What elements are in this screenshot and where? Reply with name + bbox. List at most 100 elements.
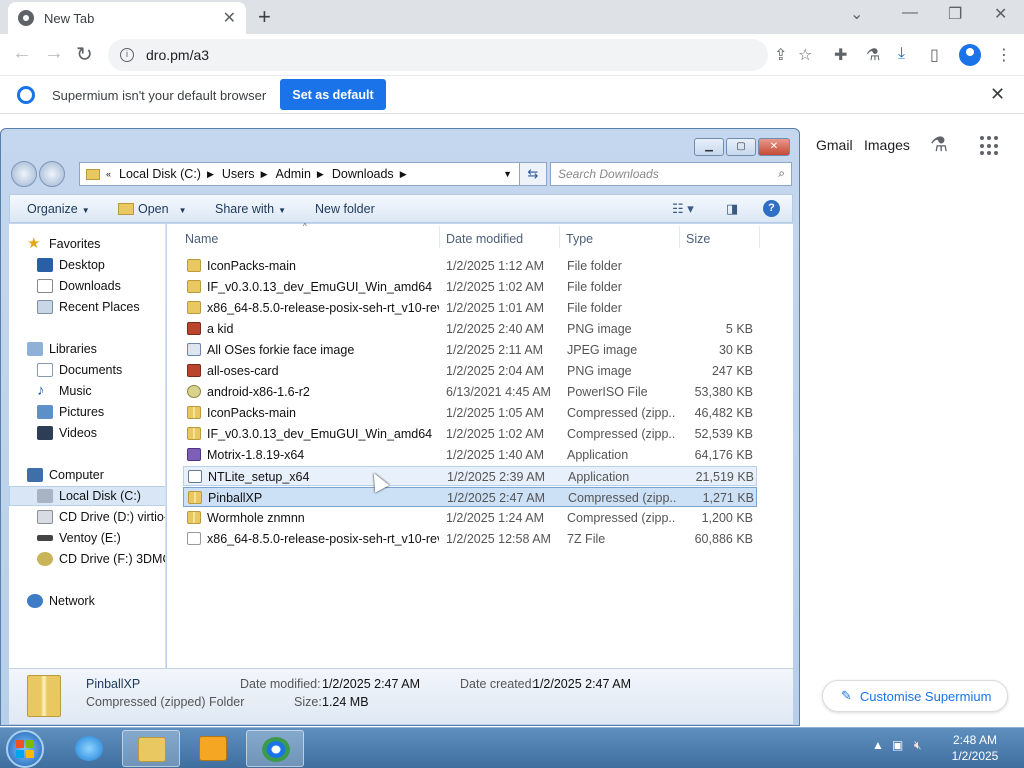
nav-favorites[interactable]: ★ Favorites (27, 234, 100, 254)
search-icon[interactable]: ⌕ (778, 166, 785, 181)
breadcrumb-overflow-icon[interactable]: « (106, 169, 111, 179)
minimize-icon[interactable]: — (902, 4, 918, 22)
apps-grid-icon[interactable] (980, 136, 1000, 156)
nav-documents[interactable]: Documents (37, 360, 122, 380)
file-row[interactable]: IconPacks-main 1/2/2025 1:12 AM File fol… (183, 256, 757, 276)
forward-arrow-icon[interactable]: → (44, 42, 64, 65)
explorer-back-icon[interactable] (11, 161, 37, 187)
breadcrumb-admin[interactable]: Admin (275, 167, 310, 181)
file-row[interactable]: All OSes forkie face image 1/2/2025 2:11… (183, 340, 757, 360)
breadcrumb-arrow-icon[interactable]: ▶ (261, 169, 268, 180)
file-row[interactable]: IconPacks-main 1/2/2025 1:05 AM Compress… (183, 403, 757, 423)
file-row[interactable]: NTLite_setup_x64 1/2/2025 2:39 AM Applic… (183, 466, 757, 486)
new-folder-button[interactable]: New folder (315, 202, 375, 216)
taskbar-supermium[interactable] (246, 730, 304, 767)
nav-recent-places[interactable]: Recent Places (37, 297, 140, 317)
extensions-puzzle-icon[interactable]: ✚ (834, 45, 847, 65)
explorer-refresh-icon[interactable]: ⇆ (519, 162, 547, 186)
tab-new-tab[interactable]: New Tab ✕ (8, 2, 246, 34)
breadcrumb-arrow-icon[interactable]: ▶ (400, 169, 407, 180)
window-close-icon[interactable]: ✕ (994, 4, 1007, 24)
file-row[interactable]: IF_v0.3.0.13_dev_EmuGUI_Win_amd64 1/2/20… (183, 277, 757, 297)
side-panel-icon[interactable]: ▯ (930, 45, 939, 65)
nav-local-disk[interactable]: Local Disk (C:) (9, 486, 165, 506)
restore-icon[interactable]: ❐ (948, 4, 962, 24)
new-tab-plus-icon[interactable]: + (258, 4, 271, 30)
tab-search-chevron-icon[interactable]: ⌄ (850, 4, 863, 24)
network-tray-icon[interactable]: ▣ (892, 738, 903, 752)
volume-muted-icon[interactable]: 🔇︎ (914, 738, 922, 753)
nav-cd-drive-f[interactable]: CD Drive (F:) 3DMOV (37, 549, 165, 569)
nav-ventoy[interactable]: Ventoy (E:) (37, 528, 121, 548)
profile-avatar[interactable] (959, 44, 981, 66)
explorer-minimize-icon[interactable]: ▁ (694, 138, 724, 156)
file-row[interactable]: IF_v0.3.0.13_dev_EmuGUI_Win_amd64 1/2/20… (183, 424, 757, 444)
taskbar-clock[interactable]: 2:48 AM 1/2/2025 (940, 732, 1010, 764)
explorer-maximize-icon[interactable]: ▢ (726, 138, 756, 156)
address-bar[interactable]: i dro.pm/a3 (108, 39, 768, 71)
address-dropdown-icon[interactable]: ▼ (503, 169, 512, 179)
column-header-size[interactable]: Size (686, 232, 710, 246)
file-row[interactable]: x86_64-8.5.0-release-posix-seh-rt_v10-re… (183, 298, 757, 318)
downloads-icon[interactable]: ⤓ (898, 45, 905, 63)
taskbar-internet-explorer[interactable] (60, 730, 118, 767)
back-arrow-icon[interactable]: ← (12, 42, 32, 65)
taskbar-explorer[interactable] (122, 730, 180, 767)
column-divider[interactable] (759, 226, 760, 248)
gmail-link[interactable]: Gmail (816, 137, 853, 153)
file-row[interactable]: Wormhole znmnn 1/2/2025 1:24 AM Compress… (183, 508, 757, 528)
explorer-search-input[interactable]: Search Downloads ⌕ (550, 162, 792, 186)
organize-button[interactable]: Organize ▼ (27, 202, 90, 216)
set-as-default-button[interactable]: Set as default (280, 79, 386, 110)
start-button[interactable] (6, 730, 44, 768)
tab-close-icon[interactable]: ✕ (223, 8, 236, 28)
breadcrumb-downloads[interactable]: Downloads (332, 167, 394, 181)
nav-network[interactable]: Network (27, 591, 95, 611)
customise-button[interactable]: ✎ Customise Supermium (822, 680, 1008, 712)
file-row[interactable]: android-x86-1.6-r2 6/13/2021 4:45 AM Pow… (183, 382, 757, 402)
nav-downloads[interactable]: Downloads (37, 276, 121, 296)
reload-icon[interactable]: ↻ (76, 42, 93, 67)
preview-pane-icon[interactable]: ◨ (726, 201, 738, 217)
nav-pictures[interactable]: Pictures (37, 402, 104, 422)
address-row: « Local Disk (C:) ▶ Users ▶ Admin ▶ Down… (9, 160, 793, 188)
labs-flask-icon[interactable]: ⚗ (866, 45, 880, 65)
images-link[interactable]: Images (864, 137, 910, 153)
view-options-icon[interactable]: ☷ ▾ (672, 201, 694, 217)
nav-music[interactable]: ♪ Music (37, 381, 92, 401)
nav-libraries[interactable]: Libraries (27, 339, 97, 359)
show-hidden-icons-icon[interactable]: ▲ (872, 738, 884, 752)
file-row[interactable]: all-oses-card 1/2/2025 2:04 AM PNG image… (183, 361, 757, 381)
column-header-type[interactable]: Type (566, 232, 593, 246)
explorer-breadcrumb[interactable]: « Local Disk (C:) ▶ Users ▶ Admin ▶ Down… (79, 162, 547, 186)
infobar-close-icon[interactable]: ✕ (990, 84, 1005, 105)
share-icon[interactable]: ⇪ (774, 45, 787, 65)
file-row[interactable]: PinballXP 1/2/2025 2:47 AM Compressed (z… (183, 487, 757, 507)
breadcrumb-local-disk[interactable]: Local Disk (C:) (119, 167, 201, 181)
nav-videos[interactable]: Videos (37, 423, 97, 443)
help-icon[interactable]: ? (763, 200, 780, 217)
explorer-close-icon[interactable]: ✕ (758, 138, 790, 156)
column-divider[interactable] (439, 226, 440, 248)
taskbar-media-player[interactable] (184, 730, 242, 767)
breadcrumb-arrow-icon[interactable]: ▶ (207, 169, 214, 180)
file-row[interactable]: x86_64-8.5.0-release-posix-seh-rt_v10-re… (183, 529, 757, 549)
nav-cd-drive-d[interactable]: CD Drive (D:) virtio-w (37, 507, 165, 527)
labs-flask-icon[interactable]: ⚗ (930, 132, 948, 157)
file-row[interactable]: a kid 1/2/2025 2:40 AM PNG image 5 KB (183, 319, 757, 339)
file-row[interactable]: Motrix-1.8.19-x64 1/2/2025 1:40 AM Appli… (183, 445, 757, 465)
open-button[interactable]: Open ▼ (118, 202, 187, 216)
column-divider[interactable] (559, 226, 560, 248)
share-with-button[interactable]: Share with ▼ (215, 202, 286, 216)
column-header-name[interactable]: Name (185, 232, 218, 246)
menu-dots-icon[interactable]: ⋮ (996, 45, 1012, 65)
nav-desktop[interactable]: Desktop (37, 255, 105, 275)
nav-computer[interactable]: Computer (27, 465, 104, 485)
site-info-icon[interactable]: i (120, 48, 134, 62)
breadcrumb-users[interactable]: Users (222, 167, 255, 181)
bookmark-star-icon[interactable]: ☆ (798, 45, 812, 65)
explorer-forward-icon[interactable] (39, 161, 65, 187)
column-divider[interactable] (679, 226, 680, 248)
column-header-date[interactable]: Date modified (446, 232, 523, 246)
breadcrumb-arrow-icon[interactable]: ▶ (317, 169, 324, 180)
